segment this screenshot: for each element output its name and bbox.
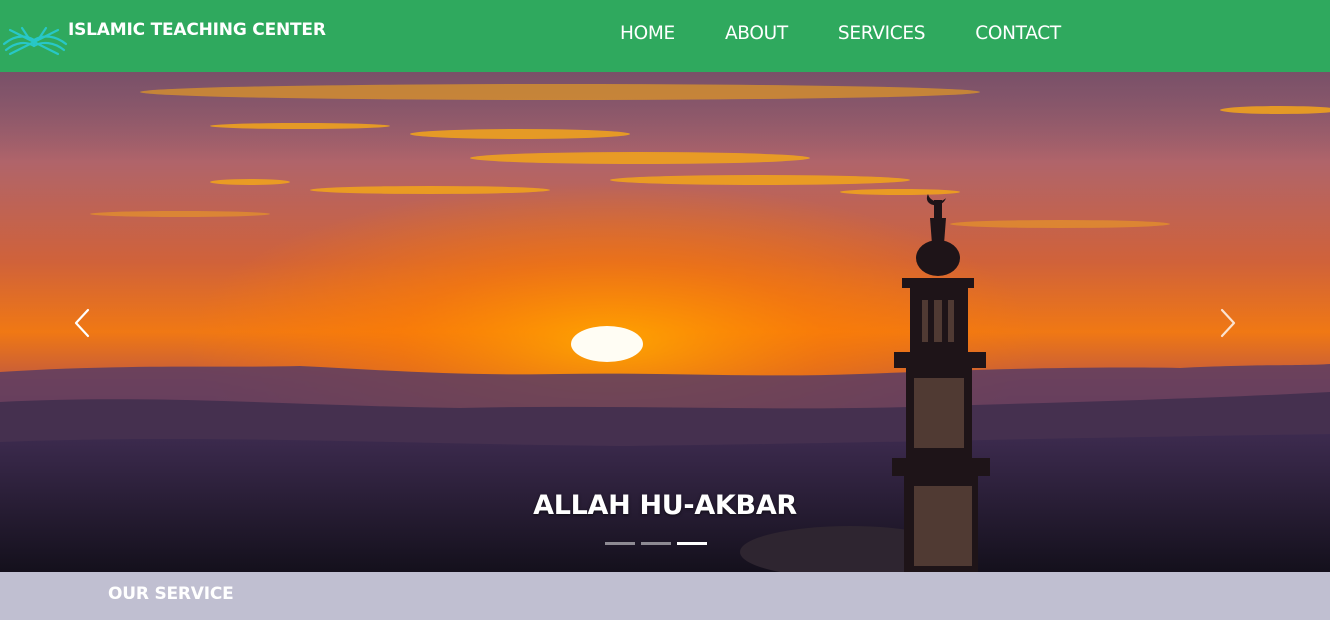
quran-book-icon: [2, 26, 68, 56]
main-nav: HOME ABOUT SERVICES CONTACT: [620, 23, 1061, 44]
brand-name: ISLAMIC TEACHING CENTER: [68, 20, 326, 40]
hero-carousel: ALLAH HU-AKBAR: [0, 72, 1330, 572]
carousel-indicator-2[interactable]: [641, 542, 671, 545]
nav-about-link[interactable]: ABOUT: [725, 23, 788, 44]
carousel-indicator-1[interactable]: [605, 542, 635, 545]
carousel-prev-button[interactable]: [62, 300, 102, 346]
navbar: ISLAMIC TEACHING CENTER HOME ABOUT SERVI…: [0, 0, 1330, 72]
chevron-right-icon: [1220, 308, 1236, 338]
carousel-next-button[interactable]: [1208, 300, 1248, 346]
carousel-indicators: [605, 542, 713, 545]
slide-caption: ALLAH HU-AKBAR: [533, 490, 797, 521]
nav-contact-link[interactable]: CONTACT: [975, 23, 1061, 44]
section-title: OUR SERVICE: [108, 584, 234, 604]
nav-services-link[interactable]: SERVICES: [838, 23, 926, 44]
our-service-section: OUR SERVICE: [0, 572, 1330, 620]
chevron-left-icon: [74, 308, 90, 338]
nav-home-link[interactable]: HOME: [620, 23, 675, 44]
carousel-indicator-3[interactable]: [677, 542, 707, 545]
